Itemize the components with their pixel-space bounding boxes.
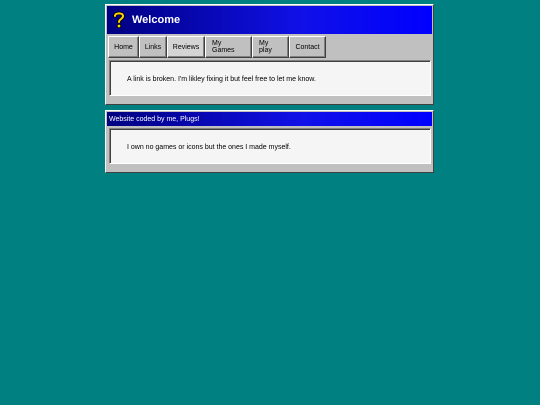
nav-button-my-play[interactable]: My play [252, 36, 289, 58]
nav-button-home[interactable]: Home [108, 36, 139, 58]
credits-panel: I own no games or icons but the ones I m… [109, 128, 431, 164]
credits-window: Website coded by me, Plugs! I own no gam… [105, 110, 434, 173]
question-mark-icon [113, 11, 125, 29]
nav-button-reviews[interactable]: Reviews [167, 36, 205, 58]
welcome-title-bar: Welcome [107, 6, 432, 34]
nav-bar: Home Links Reviews My Games My play Cont… [108, 36, 326, 58]
credits-notice: I own no games or icons but the ones I m… [127, 144, 291, 151]
broken-link-notice: A link is broken. I'm likley fixing it b… [127, 76, 316, 83]
nav-button-contact[interactable]: Contact [289, 36, 326, 58]
credits-title-bar: Website coded by me, Plugs! [107, 112, 432, 126]
window-title: Welcome [132, 14, 181, 26]
nav-button-my-games[interactable]: My Games [205, 36, 252, 58]
message-panel: A link is broken. I'm likley fixing it b… [109, 60, 431, 96]
credits-title: Website coded by me, Plugs! [109, 115, 200, 123]
welcome-window: Welcome Home Links Reviews My Games My p… [105, 4, 434, 105]
nav-button-links[interactable]: Links [139, 36, 167, 58]
